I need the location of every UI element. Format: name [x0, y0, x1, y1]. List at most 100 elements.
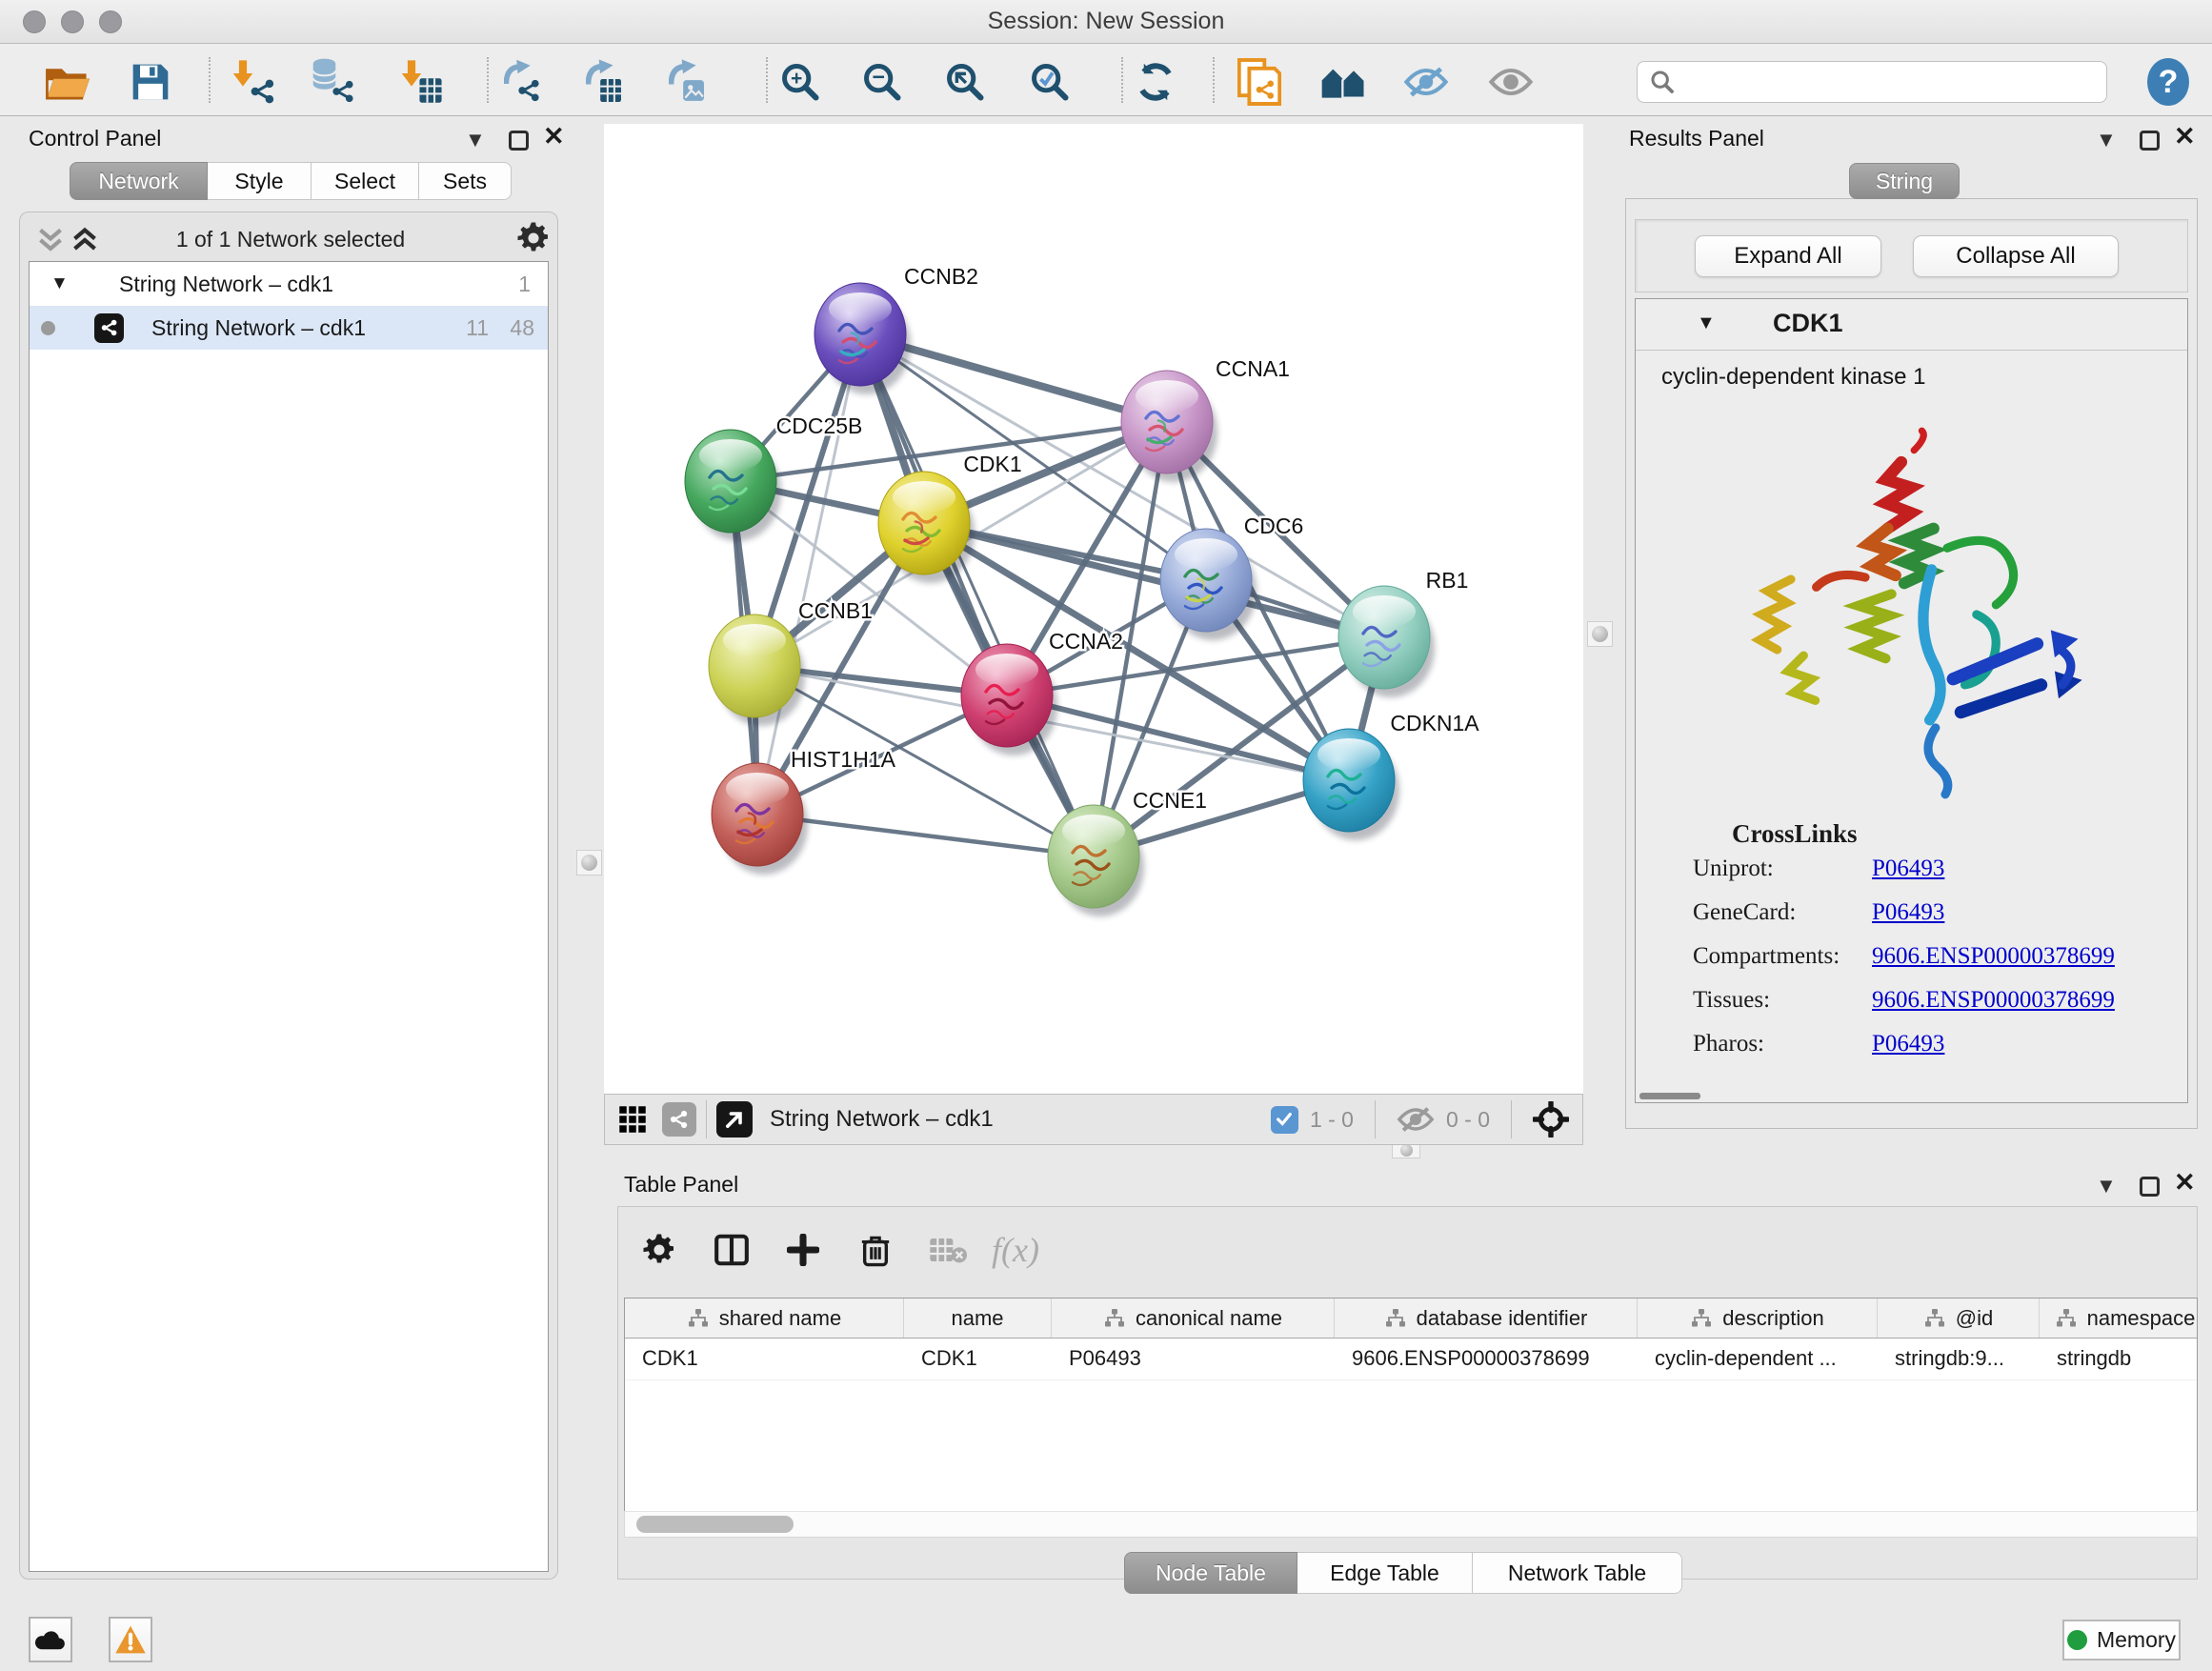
tab-network-table[interactable]: Network Table [1473, 1552, 1682, 1594]
gene-collapse-arrow-icon[interactable]: ▼ [1697, 312, 1716, 334]
expand-all-button[interactable]: Expand All [1695, 235, 1881, 277]
collection-expand-arrow-icon[interactable]: ▼ [50, 273, 69, 294]
column-header-description[interactable]: description [1638, 1299, 1878, 1338]
function-builder-button-disabled[interactable]: f(x) [991, 1225, 1040, 1275]
zoom-out-button[interactable]: − [855, 55, 909, 109]
birds-eye-crosshair-icon[interactable] [1533, 1101, 1569, 1137]
delete-column-button[interactable] [851, 1225, 900, 1275]
crosslink-link[interactable]: 9606.ENSP00000378699 [1872, 943, 2115, 970]
network-view-icon[interactable] [662, 1102, 696, 1137]
tab-string[interactable]: String [1849, 163, 1960, 199]
import-table-button[interactable] [398, 55, 452, 109]
zoom-fit-button[interactable] [938, 55, 992, 109]
collapse-all-networks-icon[interactable] [36, 226, 65, 254]
column-header-shared-name[interactable]: shared name [625, 1299, 904, 1338]
edge-CDK1-RB1[interactable] [924, 523, 1384, 637]
network-graph[interactable]: CCNB2CCNA1CDC25BCDK1CDC6RB1CCNB1CCNA2CDK… [604, 124, 1583, 1094]
column-header-name[interactable]: name [904, 1299, 1052, 1338]
right-splitter-handle[interactable] [1587, 621, 1613, 647]
crosslink-link[interactable]: P06493 [1872, 856, 1944, 882]
column-header-canonical-name[interactable]: canonical name [1052, 1299, 1335, 1338]
open-session-button[interactable] [40, 55, 93, 109]
warnings-button[interactable] [109, 1617, 152, 1662]
import-network-from-database-button[interactable] [311, 55, 364, 109]
control-panel-close-button[interactable]: ✕ [543, 122, 565, 151]
tab-sets[interactable]: Sets [419, 162, 512, 200]
table-cell[interactable]: P06493 [1052, 1339, 1335, 1379]
node-HIST1H1A[interactable] [712, 763, 808, 875]
collapse-all-button[interactable]: Collapse All [1913, 235, 2119, 277]
edge-HIST1H1A-CCNE1[interactable] [757, 815, 1094, 856]
table-cell[interactable]: 9606.ENSP00000378699 [1335, 1339, 1638, 1379]
results-scrollbar-thumb[interactable] [1639, 1093, 1700, 1099]
column-header-namespace[interactable]: namespace [2040, 1299, 2198, 1338]
table-panel-close-button[interactable]: ✕ [2174, 1168, 2196, 1198]
zoom-selected-button[interactable] [1023, 55, 1076, 109]
table-cell[interactable]: stringdb [2040, 1339, 2198, 1379]
node-CCNA1[interactable] [1121, 371, 1217, 482]
table-cell[interactable]: stringdb:9... [1878, 1339, 2040, 1379]
table-panel-float-button[interactable] [2140, 1177, 2160, 1197]
hide-selected-button[interactable] [1399, 55, 1453, 109]
delete-table-button-disabled[interactable] [923, 1225, 973, 1275]
edge-CCNB2-HIST1H1A[interactable] [757, 334, 860, 815]
create-column-button[interactable] [778, 1225, 828, 1275]
table-panel-collapse-icon[interactable]: ▼ [2096, 1174, 2117, 1198]
show-columns-button[interactable] [707, 1225, 756, 1275]
node-CCNA2[interactable] [961, 644, 1057, 755]
edge-CCNB2-CCNE1[interactable] [860, 334, 1094, 856]
table-row[interactable]: CDK1CDK1P064939606.ENSP00000378699cyclin… [625, 1339, 2197, 1380]
export-table-button[interactable] [580, 55, 633, 109]
network-collection-row[interactable]: ▼ String Network – cdk1 1 [30, 262, 548, 306]
results-panel-float-button[interactable] [2140, 131, 2160, 151]
node-CDC25B[interactable] [685, 430, 781, 541]
apply-layout-button[interactable] [1129, 55, 1182, 109]
import-network-button[interactable] [231, 55, 284, 109]
control-panel-float-button[interactable] [509, 131, 529, 151]
results-panel-collapse-icon[interactable]: ▼ [2096, 128, 2117, 152]
copy-network-button[interactable] [1233, 55, 1286, 109]
tab-node-table[interactable]: Node Table [1124, 1552, 1297, 1594]
table-cell[interactable]: CDK1 [625, 1339, 904, 1379]
network-canvas[interactable]: CCNB2CCNA1CDC25BCDK1CDC6RB1CCNB1CCNA2CDK… [604, 124, 1583, 1094]
table-horizontal-scrollbar[interactable] [624, 1511, 2198, 1538]
crosslink-link[interactable]: P06493 [1872, 899, 1944, 926]
cloud-status-button[interactable] [29, 1617, 72, 1662]
column-header--id[interactable]: @id [1878, 1299, 2040, 1338]
network-row-selected[interactable]: String Network – cdk1 11 48 [30, 306, 548, 350]
network-options-gear-icon[interactable] [516, 221, 551, 255]
table-scrollbar-thumb[interactable] [636, 1516, 794, 1533]
node-RB1[interactable] [1338, 586, 1435, 697]
search-input[interactable] [1683, 70, 2093, 94]
grid-view-button[interactable] [618, 1105, 647, 1134]
save-session-button[interactable] [124, 55, 177, 109]
show-all-button[interactable] [1484, 55, 1538, 109]
table-options-button[interactable] [634, 1225, 684, 1275]
table-cell[interactable]: CDK1 [904, 1339, 1052, 1379]
export-image-button[interactable] [663, 55, 716, 109]
toolbar-search-field[interactable] [1637, 61, 2107, 103]
help-button[interactable]: ? [2142, 55, 2195, 109]
node-CCNE1[interactable] [1048, 805, 1144, 916]
node-CDC6[interactable] [1160, 529, 1257, 640]
memory-button[interactable]: Memory [2062, 1620, 2181, 1661]
table-cell[interactable]: cyclin-dependent ... [1638, 1339, 1878, 1379]
node-CDK1[interactable] [878, 472, 975, 583]
node-CDKN1A[interactable] [1303, 729, 1399, 840]
tab-network[interactable]: Network [70, 162, 208, 200]
control-panel-collapse-icon[interactable]: ▼ [465, 128, 486, 152]
export-network-button[interactable] [498, 55, 552, 109]
zoom-in-button[interactable]: + [774, 55, 827, 109]
crosslink-link[interactable]: P06493 [1872, 1031, 1944, 1057]
first-neighbors-button[interactable] [1317, 55, 1371, 109]
results-panel-close-button[interactable]: ✕ [2174, 122, 2196, 151]
expand-all-networks-icon[interactable] [70, 226, 99, 254]
crosslink-link[interactable]: 9606.ENSP00000378699 [1872, 987, 2115, 1014]
tab-edge-table[interactable]: Edge Table [1297, 1552, 1473, 1594]
gene-section-header[interactable]: ▼ CDK1 [1636, 299, 2187, 351]
node-CCNB2[interactable] [814, 283, 911, 394]
tab-style[interactable]: Style [208, 162, 312, 200]
detach-view-button[interactable] [716, 1101, 753, 1137]
selected-checkbox-icon[interactable] [1271, 1106, 1298, 1134]
tab-select[interactable]: Select [312, 162, 419, 200]
